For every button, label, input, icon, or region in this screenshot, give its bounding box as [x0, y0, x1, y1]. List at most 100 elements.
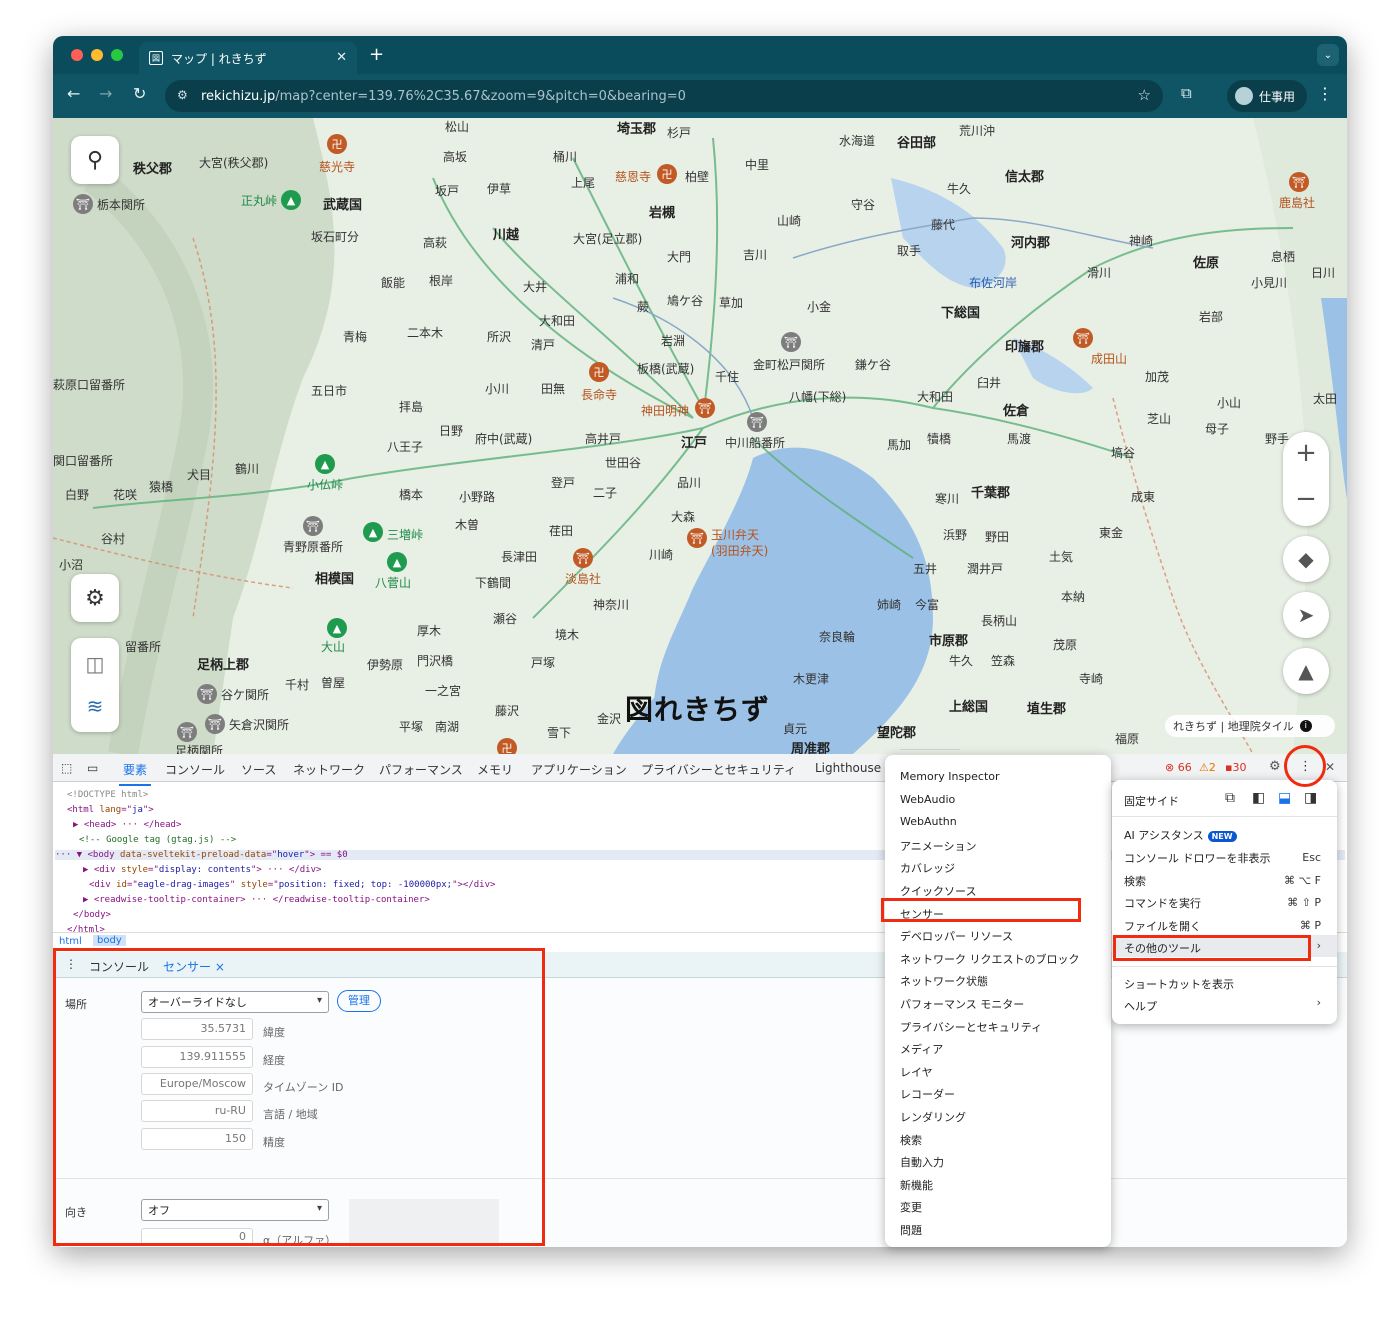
mountain-marker-icon[interactable]: ▲ [327, 618, 347, 638]
zoom-in-button[interactable]: + [1283, 438, 1329, 468]
dom-readwise[interactable]: ▶ <readwise-tooltip-container> ··· </rea… [83, 895, 430, 905]
map-canvas[interactable]: 秩父郡 大宮(秩父郡) 慈光寺 高坂 松山 桶川 埼玉郡 杉戸 慈恩寺 柏壁 中里 水海道 谷田部 荒川沖… [53, 118, 1347, 754]
layers-icon[interactable]: ≋ [87, 694, 104, 718]
shrine-marker-icon[interactable]: ⛩ [695, 398, 715, 418]
extensions-puzzle-icon[interactable]: ⧉ [1181, 84, 1192, 102]
mountain-marker-icon[interactable]: ▲ [315, 454, 335, 474]
submenu-item[interactable]: ネットワーク リクエストのブロック [900, 951, 1080, 967]
terrain-button[interactable]: ▲ [1283, 648, 1329, 694]
dom-html[interactable]: <html lang="ja"> [67, 805, 154, 815]
gate-marker-icon[interactable]: ⛩ [177, 722, 197, 742]
reload-icon[interactable]: ↻ [133, 84, 146, 103]
dom-comment[interactable]: <!-- Google tag (gtag.js) --> [79, 835, 236, 845]
temple-marker-icon[interactable]: 卍 [589, 362, 609, 382]
site-info-icon[interactable]: ⚙ [177, 88, 188, 102]
back-arrow-icon[interactable]: ← [67, 84, 80, 103]
mountain-marker-icon[interactable]: ▲ [387, 552, 407, 572]
close-devtools-icon[interactable]: ✕ [1325, 760, 1335, 774]
dom-doctype[interactable]: <!DOCTYPE html> [67, 790, 148, 800]
dom-head[interactable]: ▶ <head> ··· </head> [73, 820, 181, 830]
undock-icon[interactable]: ⧉ [1225, 790, 1235, 806]
dom-div-eagle[interactable]: <div id="eagle-drag-images" style="posit… [89, 880, 495, 890]
submenu-item[interactable]: レコーダー [900, 1086, 955, 1102]
map-search-button[interactable]: ⚲ [71, 136, 119, 184]
gate-marker-icon[interactable]: ⛩ [205, 714, 225, 734]
inspect-element-icon[interactable]: ⬚ [61, 761, 72, 775]
tab-sources[interactable]: ソース [241, 761, 276, 778]
submenu-item[interactable]: WebAuthn [900, 815, 957, 828]
help-item[interactable]: ヘルプ [1124, 998, 1157, 1014]
temple-marker-icon[interactable]: 卍 [497, 738, 517, 754]
dom-div-contents[interactable]: ▶ <div style="display: contents"> ··· </… [83, 865, 321, 875]
submenu-item[interactable]: パフォーマンス モニター [900, 996, 1024, 1012]
submenu-item[interactable]: 検索 [900, 1132, 922, 1148]
dom-body-close[interactable]: </body> [73, 910, 111, 920]
shrine-marker-icon[interactable]: ⛩ [573, 548, 593, 568]
gate-marker-icon[interactable]: ⛩ [197, 684, 217, 704]
zoom-out-button[interactable]: − [1283, 484, 1329, 514]
submenu-item[interactable]: 自動入力 [900, 1154, 944, 1170]
error-count[interactable]: ⊗ 66 [1165, 761, 1192, 774]
gate-marker-icon[interactable]: ⛩ [73, 194, 93, 214]
submenu-item[interactable]: レイヤ [900, 1064, 933, 1080]
open-file-item[interactable]: ファイルを開く [1124, 918, 1201, 934]
gate-marker-icon[interactable]: ⛩ [781, 332, 801, 352]
dock-left-icon[interactable]: ◧ [1252, 790, 1265, 806]
bookmark-star-icon[interactable]: ☆ [1138, 86, 1151, 104]
submenu-item[interactable]: プライバシーとセキュリティ [900, 1019, 1042, 1035]
hide-drawer-item[interactable]: コンソール ドロワーを非表示 [1124, 850, 1271, 866]
tab-performance[interactable]: パフォーマンス [379, 761, 463, 778]
submenu-item[interactable]: 変更 [900, 1199, 922, 1215]
forward-arrow-icon[interactable]: → [99, 84, 112, 103]
tab-privacy-security[interactable]: プライバシーとセキュリティ [641, 761, 796, 778]
attribution[interactable]: れきちず | 地理院タイル i [1165, 715, 1335, 737]
submenu-item[interactable]: ネットワーク状態 [900, 973, 988, 989]
shrine-marker-icon[interactable]: ⛩ [1289, 172, 1309, 192]
split-view-icon[interactable]: ◫ [86, 652, 105, 676]
tab-network[interactable]: ネットワーク [293, 761, 365, 778]
maximize-window-button[interactable] [111, 49, 123, 61]
tab-console[interactable]: コンソール [165, 761, 225, 778]
address-bar[interactable]: ⚙ rekichizu.jp/map?center=139.76%2C35.67… [165, 80, 1163, 112]
run-command-item[interactable]: コマンドを実行 [1124, 895, 1201, 911]
close-window-button[interactable] [71, 49, 83, 61]
submenu-item[interactable]: デベロッパー リソース [900, 928, 1013, 944]
dock-right-icon[interactable]: ◨ [1304, 790, 1317, 806]
profile-button[interactable]: 仕事用 [1227, 80, 1307, 112]
compass-button[interactable]: ◆ [1283, 536, 1329, 582]
submenu-item[interactable]: メディア [900, 1041, 943, 1057]
close-tab-icon[interactable]: ✕ [336, 50, 347, 65]
crumb-body[interactable]: body [93, 935, 126, 946]
issue-count[interactable]: ▪30 [1225, 761, 1246, 774]
submenu-item[interactable]: WebAudio [900, 793, 955, 806]
shortcuts-item[interactable]: ショートカットを表示 [1124, 976, 1234, 992]
submenu-item[interactable]: 新機能 [900, 1177, 933, 1193]
submenu-item[interactable]: 問題 [900, 1222, 922, 1238]
crumb-html[interactable]: html [59, 936, 82, 947]
info-icon[interactable]: i [1299, 720, 1312, 732]
submenu-item[interactable]: Memory Inspector [900, 770, 1000, 783]
device-toolbar-icon[interactable]: ▭ [87, 761, 98, 775]
browser-menu-icon[interactable]: ⋮ [1317, 84, 1333, 103]
warning-count[interactable]: ⚠2 [1199, 761, 1216, 774]
mountain-marker-icon[interactable]: ▲ [281, 190, 301, 210]
submenu-item[interactable]: アニメーション [900, 838, 977, 854]
minimize-window-button[interactable] [91, 49, 103, 61]
tab-elements[interactable]: 要素 [118, 761, 152, 786]
gate-marker-icon[interactable]: ⛩ [747, 412, 767, 432]
shrine-marker-icon[interactable]: ⛩ [1073, 328, 1093, 348]
dock-bottom-icon[interactable]: ⬓ [1278, 790, 1291, 806]
gate-marker-icon[interactable]: ⛩ [303, 516, 323, 536]
tab-application[interactable]: アプリケーション [531, 761, 627, 778]
mountain-marker-icon[interactable]: ▲ [363, 522, 383, 542]
temple-marker-icon[interactable]: 卍 [327, 134, 347, 154]
tab-memory[interactable]: メモリ [477, 761, 513, 778]
tab-lighthouse[interactable]: Lighthouse [815, 761, 881, 775]
submenu-item[interactable]: レンダリング [900, 1109, 966, 1125]
shrine-marker-icon[interactable]: ⛩ [687, 528, 707, 548]
ai-assistance-item[interactable]: AI アシスタンス NEW [1124, 827, 1237, 843]
tab-search-chevron-icon[interactable]: ⌄ [1317, 44, 1339, 66]
search-item[interactable]: 検索 [1124, 873, 1146, 889]
geolocate-button[interactable]: ➤ [1283, 592, 1329, 638]
devtools-settings-icon[interactable]: ⚙ [1269, 759, 1281, 774]
